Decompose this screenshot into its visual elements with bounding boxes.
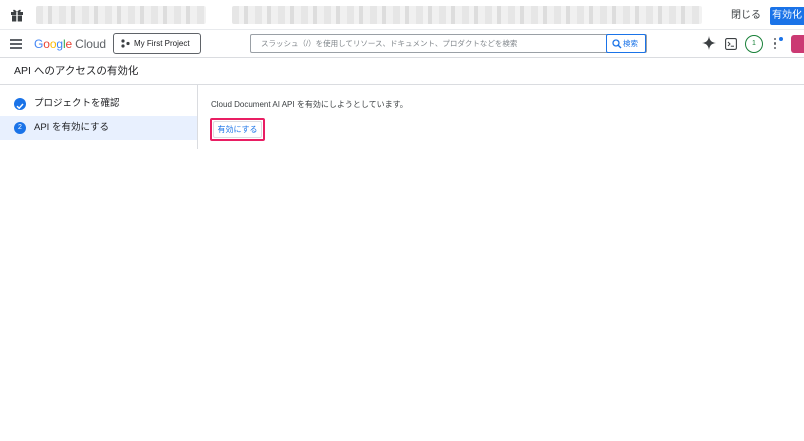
step-number: 2 [14,122,26,134]
stepper: プロジェクトを確認 2 API を有効にする [0,85,198,149]
google-cloud-logo[interactable]: Google Cloud [34,36,106,52]
enable-billing-button[interactable]: 有効化 [770,7,804,25]
step-label: API を有効にする [34,122,110,133]
enable-description: Cloud Document AI API を有効にしようとしています。 [211,100,408,109]
search-button[interactable]: 検索 [606,34,646,53]
page-title: API へのアクセスの有効化 [14,65,139,77]
more-vert-icon[interactable] [774,37,783,52]
close-button[interactable]: 閉じる [726,7,766,25]
search-icon [612,39,622,49]
search-bar[interactable]: スラッシュ（/）を使用してリソース、ドキュメント、プロダクトなどを検索 検索 [250,34,647,53]
project-icon [121,39,130,48]
check-icon [14,98,26,110]
app-header: Google Cloud My First Project スラッシュ（/）を使用… [0,30,804,58]
terminal-icon[interactable] [725,38,737,50]
menu-icon[interactable] [10,39,22,49]
redacted-text [36,6,206,24]
gemini-icon[interactable] [702,36,716,50]
notification-bar: 閉じる 有効化 [0,0,804,30]
project-label: My First Project [134,39,190,48]
step-confirm-project[interactable]: プロジェクトを確認 [0,92,197,116]
redacted-text [232,6,702,24]
step-enable-api[interactable]: 2 API を有効にする [0,116,197,140]
gift-icon [11,9,23,22]
search-input[interactable]: スラッシュ（/）を使用してリソース、ドキュメント、プロダクトなどを検索 [261,35,517,52]
enable-api-button[interactable]: 有効にする [213,121,262,138]
step-label: プロジェクトを確認 [34,98,120,109]
notifications-badge[interactable]: 1 [745,35,763,53]
user-avatar[interactable] [791,35,804,53]
project-picker-button[interactable]: My First Project [113,33,201,54]
